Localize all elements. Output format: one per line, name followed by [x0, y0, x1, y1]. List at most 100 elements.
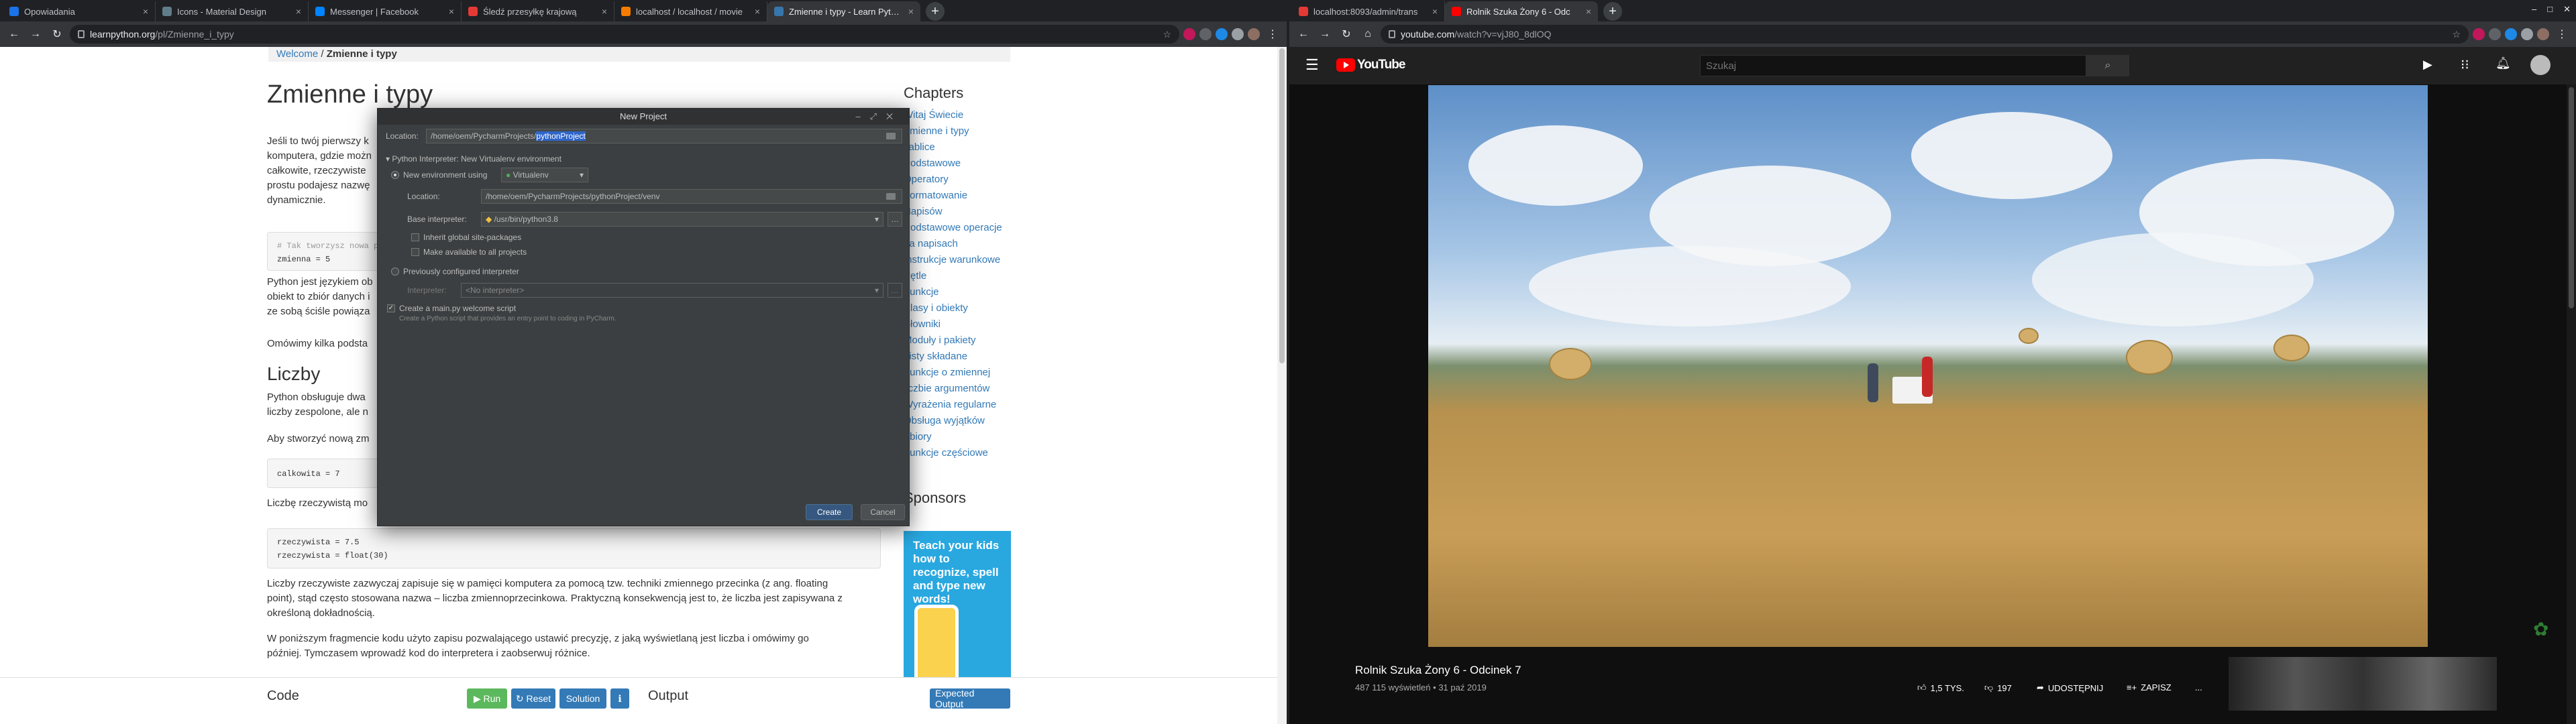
interpreter-select[interactable]: <No interpreter> ▾	[461, 283, 883, 298]
like-button[interactable]: 👍︎ 1,5 TYS.	[1917, 682, 1964, 693]
close-icon[interactable]: ×	[143, 6, 148, 17]
close-icon[interactable]: ×	[755, 6, 760, 17]
extension-icon[interactable]	[2489, 28, 2501, 40]
minimize-icon[interactable]: –	[2532, 4, 2536, 15]
avatar[interactable]	[1248, 28, 1260, 40]
tab-material-icons[interactable]: Icons - Material Design ×	[156, 1, 309, 21]
extension-icon[interactable]	[1183, 28, 1195, 40]
maximize-icon[interactable]: □	[2547, 4, 2553, 15]
forward-icon[interactable]: →	[1316, 25, 1334, 43]
tab-localhost-movie[interactable]: localhost / localhost / movie ×	[614, 1, 767, 21]
avatar[interactable]	[2530, 55, 2551, 75]
more-actions-button[interactable]: ...	[2195, 682, 2202, 692]
reload-icon[interactable]: ↻	[48, 25, 66, 43]
search-button[interactable]: ⌕	[2086, 55, 2129, 76]
chapter-link[interactable]: Podstawowe operacje	[904, 220, 1011, 236]
video-player[interactable]	[1428, 85, 2428, 647]
make-available-checkbox[interactable]	[411, 248, 419, 256]
chapter-link[interactable]: Operatory	[904, 172, 1011, 188]
create-video-icon[interactable]: ▶	[2423, 58, 2432, 72]
share-button[interactable]: ➦ UDOSTĘPNIJ	[2037, 682, 2103, 693]
close-icon[interactable]: ×	[1432, 6, 1438, 17]
cancel-button[interactable]: Cancel	[861, 504, 905, 520]
chapter-link[interactable]: na napisach	[904, 236, 1011, 252]
create-button[interactable]: Create	[806, 504, 853, 520]
close-window-icon[interactable]: ✕	[2563, 4, 2571, 15]
chapter-link[interactable]: Funkcje częściowe	[904, 445, 1011, 461]
chapter-link[interactable]: Instrukcje warunkowe	[904, 252, 1011, 268]
chapter-link[interactable]: Formatowanie	[904, 188, 1011, 204]
youtube-logo[interactable]: YouTube	[1336, 58, 1405, 72]
extension-icon[interactable]	[2473, 28, 2485, 40]
window-controls[interactable]: –⤢✕	[855, 109, 902, 125]
inherit-packages-checkbox[interactable]	[411, 233, 419, 241]
extension-icon[interactable]	[1216, 28, 1228, 40]
close-icon[interactable]: ×	[296, 6, 301, 17]
extensions-puzzle-icon[interactable]	[1232, 28, 1244, 40]
previously-configured-radio[interactable]	[391, 267, 399, 276]
solution-button[interactable]: Solution	[559, 688, 606, 709]
chapter-link[interactable]: liczbie argumentów	[904, 381, 1011, 397]
back-icon[interactable]: ←	[1295, 25, 1312, 43]
tab-youtube-video[interactable]: Rolnik Szuka Żony 6 - Odc ×	[1445, 1, 1598, 21]
tab-opowiadania[interactable]: Opowiadania ×	[3, 1, 156, 21]
hamburger-menu-icon[interactable]: ☰	[1305, 56, 1319, 74]
chapter-link[interactable]: Funkcje	[904, 284, 1011, 300]
chapter-link[interactable]: Tablice	[904, 139, 1011, 156]
extension-icon[interactable]	[1199, 28, 1212, 40]
close-icon[interactable]: ×	[1586, 6, 1591, 17]
tab-parcel-tracking[interactable]: Śledź przesyłkę krajową ×	[462, 1, 614, 21]
save-button[interactable]: ≡+ ZAPISZ	[2127, 682, 2171, 692]
bell-icon[interactable]: 🔔︎	[2496, 56, 2511, 70]
menu-dots-icon[interactable]: ⋮	[2553, 25, 2571, 43]
tab-messenger[interactable]: Messenger | Facebook ×	[309, 1, 462, 21]
new-tab-button[interactable]: +	[1603, 2, 1622, 21]
chapter-link[interactable]: Funkcje o zmiennej	[904, 365, 1011, 381]
star-icon[interactable]: ☆	[2452, 29, 2461, 40]
close-icon[interactable]: ×	[602, 6, 607, 17]
help-button[interactable]: ℹ	[610, 688, 629, 709]
search-input[interactable]	[1700, 55, 2086, 76]
home-icon[interactable]: ⌂	[1359, 25, 1377, 43]
breadcrumb-welcome-link[interactable]: Welcome	[276, 48, 318, 60]
interpreter-section-toggle[interactable]: ▾ Python Interpreter: New Virtualenv env…	[386, 154, 561, 164]
create-main-py-checkbox[interactable]: ✓	[387, 304, 395, 312]
extension-icon[interactable]	[2505, 28, 2517, 40]
scrollbar-thumb[interactable]	[2569, 87, 2574, 308]
scrollbar[interactable]	[1277, 47, 1287, 724]
forward-icon[interactable]: →	[27, 25, 44, 43]
star-icon[interactable]: ☆	[1163, 29, 1171, 40]
env-tool-select[interactable]: ● Virtualenv ▾	[501, 168, 588, 182]
close-icon[interactable]: ×	[908, 6, 914, 17]
chapter-link[interactable]: Witaj Świecie	[904, 107, 1011, 123]
chapter-link[interactable]: Podstawowe	[904, 156, 1011, 172]
chapter-link[interactable]: Klasy i obiekty	[904, 300, 1011, 316]
base-interpreter-select[interactable]: ◆ /usr/bin/python3.8 ▾	[481, 212, 883, 227]
chapter-link[interactable]: Wyrażenia regularne	[904, 397, 1011, 413]
location-field[interactable]: /home/oem/PycharmProjects/pythonProject	[426, 129, 902, 143]
run-button[interactable]: ▶ Run	[467, 688, 507, 709]
chapter-link[interactable]: Listy składane	[904, 349, 1011, 365]
chapter-link[interactable]: Napisów	[904, 204, 1011, 220]
back-icon[interactable]: ←	[5, 25, 23, 43]
avatar[interactable]	[2537, 28, 2549, 40]
tab-learn-python[interactable]: Zmienne i typy - Learn Python ×	[767, 1, 920, 21]
browse-button[interactable]: …	[888, 212, 902, 227]
apps-grid-icon[interactable]: ⁝⁝	[2461, 56, 2469, 73]
tab-localhost-admin[interactable]: localhost:8093/admin/trans ×	[1292, 1, 1445, 21]
env-location-field[interactable]: /home/oem/PycharmProjects/pythonProject/…	[481, 189, 902, 204]
scrollbar-thumb[interactable]	[1279, 48, 1285, 363]
new-environment-radio[interactable]	[391, 171, 399, 179]
new-tab-button[interactable]: +	[926, 2, 945, 21]
expected-output-button[interactable]: Expected Output	[930, 688, 1010, 709]
address-bar[interactable]: learnpython.org/pl/Zmienne_i_typy ☆	[70, 25, 1179, 44]
recommended-video-thumbnail[interactable]	[2229, 657, 2497, 711]
chapter-link[interactable]: Zmienne i typy	[904, 123, 1011, 139]
browse-button[interactable]: …	[888, 283, 902, 298]
menu-dots-icon[interactable]: ⋮	[1264, 25, 1281, 43]
folder-icon[interactable]	[886, 193, 896, 200]
close-icon[interactable]: ×	[449, 6, 454, 17]
scrollbar[interactable]	[2567, 84, 2576, 724]
chapter-link[interactable]: Pętle	[904, 268, 1011, 284]
window-controls[interactable]: – □ ✕	[2532, 4, 2571, 15]
